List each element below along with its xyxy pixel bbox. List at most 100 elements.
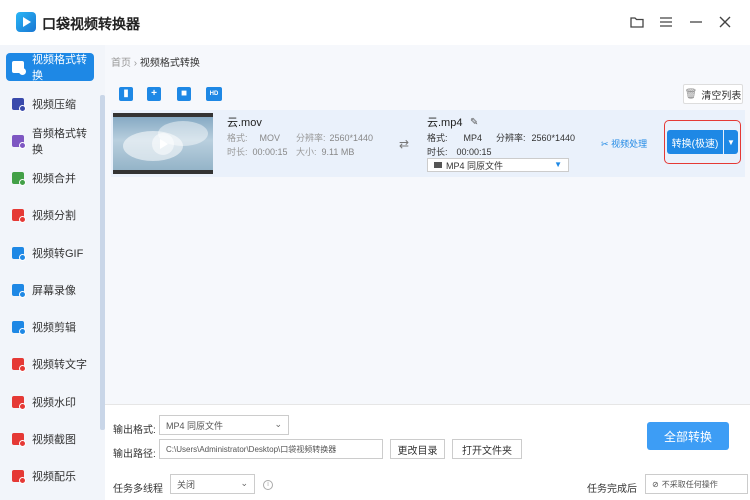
source-duration-label: 时长: (227, 147, 248, 157)
sidebar-item-video-screenshot[interactable]: 视频截图 (6, 425, 94, 453)
scissors-icon: ✂ (601, 139, 609, 149)
source-res-label: 分辨率: (296, 133, 326, 143)
sidebar-item-video-format-convert[interactable]: 视频格式转换 (6, 53, 94, 82)
letterbox-bar (113, 170, 213, 174)
sidebar-item-video-watermark[interactable]: 视频水印 (6, 388, 94, 416)
after-done-label: 任务完成后 (587, 484, 637, 495)
trash-icon: 🗑 (684, 88, 698, 100)
output-path-label: 输出路径: (113, 449, 156, 460)
multithread-label: 任务多线程 (113, 484, 163, 495)
title-bar: 口袋视频转换器 (0, 0, 750, 45)
target-format-value: MP4 (463, 133, 483, 143)
source-size-label: 大小: (296, 147, 317, 157)
target-res-value: 2560*1440 (531, 133, 576, 143)
source-format: 格式: MOV (227, 131, 280, 144)
sidebar-item-video-to-gif[interactable]: 视频转GIF (6, 239, 94, 267)
breadcrumb-home[interactable]: 首页 (111, 58, 131, 69)
sidebar-item-label: 视频水印 (32, 397, 76, 409)
output-path-value: C:\Users\Administrator\Desktop\口袋视频转换器 (166, 444, 337, 454)
sidebar-item-screen-record[interactable]: 屏幕录像 (6, 276, 94, 304)
source-file-name: 云.mov (227, 117, 262, 129)
sidebar-item-label: 视频转GIF (32, 248, 84, 260)
screenshot-icon (12, 433, 26, 447)
sidebar-item-video-music[interactable]: 视频配乐 (6, 462, 94, 490)
target-resolution: 分辨率: 2560*1440 (496, 131, 575, 144)
sidebar-item-label: 视频压缩 (32, 99, 76, 111)
multithread-select[interactable]: 关闭 ⌄ (170, 474, 255, 494)
after-done-select[interactable]: ⊘ 不采取任何操作 (645, 474, 748, 494)
info-icon[interactable]: i (263, 480, 273, 490)
source-resolution: 分辨率: 2560*1440 (296, 131, 373, 144)
minimize-icon[interactable] (686, 12, 706, 32)
sidebar-item-video-compress[interactable]: 视频压缩 (6, 90, 94, 118)
breadcrumb-current: 视频格式转换 (139, 58, 200, 69)
clear-list-button[interactable]: 🗑 清空列表 (683, 84, 743, 104)
convert-dropdown-icon[interactable]: ▼ (724, 130, 738, 154)
app-logo-icon (16, 12, 36, 32)
audio-convert-icon (12, 135, 26, 149)
video-edit-icon (12, 321, 26, 335)
close-icon[interactable] (715, 12, 735, 32)
source-duration: 时长: 00:00:15 (227, 145, 288, 158)
source-format-label: 格式: (227, 133, 248, 143)
output-path-field[interactable]: C:\Users\Administrator\Desktop\口袋视频转换器 (159, 439, 383, 459)
sidebar-item-label: 视频分割 (32, 210, 76, 222)
open-folder-button[interactable]: 打开文件夹 (452, 439, 522, 459)
change-directory-button[interactable]: 更改目录 (390, 439, 445, 459)
hd-icon[interactable]: HD (206, 87, 222, 101)
multithread-value: 关闭 (177, 479, 196, 490)
sidebar-item-video-split[interactable]: 视频分割 (6, 201, 94, 229)
video-compress-icon (12, 98, 26, 112)
menu-icon[interactable] (656, 12, 676, 32)
shuffle-icon: ⇄ (399, 137, 410, 151)
watermark-icon (12, 396, 26, 410)
sidebar-item-video-merge[interactable]: 视频合并 (6, 164, 94, 192)
source-size: 大小: 9.11 MB (296, 145, 354, 158)
prohibit-icon: ⊘ (652, 479, 659, 489)
breadcrumb-separator: › (133, 58, 138, 69)
video-thumbnail[interactable] (113, 113, 213, 174)
pencil-icon[interactable]: ✎ (470, 117, 478, 128)
sidebar-item-label: 屏幕录像 (32, 285, 76, 297)
add-file-icon[interactable]: ▮ (119, 87, 133, 101)
folder-icon[interactable] (627, 12, 647, 32)
chevron-down-icon: ⌄ (274, 419, 282, 429)
clear-list-label: 清空列表 (701, 90, 742, 102)
chevron-down-icon: ⌄ (240, 478, 248, 488)
file-row[interactable]: 云.mov 格式: MOV 分辨率: 2560*1440 时长: 00:00:15 大… (111, 110, 745, 177)
video-to-text-icon (12, 358, 26, 372)
sidebar-item-label: 音频格式转换 (32, 128, 87, 156)
output-format-select[interactable]: MP4 同原文件 ⌄ (159, 415, 289, 435)
video-process-label: 视频处理 (611, 139, 648, 149)
play-icon[interactable] (152, 133, 174, 155)
breadcrumb: 首页 › 视频格式转换 (111, 54, 200, 69)
sidebar-item-label: 视频剪辑 (32, 322, 76, 334)
target-format: 格式: MP4 (427, 131, 482, 144)
output-format-value: MP4 同原文件 (166, 420, 224, 431)
source-duration-value: 00:00:15 (252, 147, 288, 157)
target-preset-value: MP4 同原文件 (446, 160, 504, 171)
target-file-name: 云.mp4 (427, 117, 463, 129)
target-duration: 时长: 00:00:15 (427, 145, 492, 158)
batch-icon[interactable]: ■ (177, 87, 191, 101)
convert-all-button[interactable]: 全部转换 (647, 422, 729, 450)
letterbox-bar (113, 113, 213, 117)
caret-down-icon: ▼ (554, 160, 562, 169)
target-preset-select[interactable]: MP4 同原文件 ▼ (427, 158, 569, 172)
sidebar-item-label: 视频转文字 (32, 359, 87, 371)
sidebar-item-audio-format-convert[interactable]: 音频格式转换 (6, 127, 94, 156)
video-format-icon (434, 162, 442, 168)
screen-record-icon (12, 284, 26, 298)
target-res-label: 分辨率: (496, 133, 526, 143)
add-folder-icon[interactable]: + (147, 87, 161, 101)
sidebar-item-label: 视频格式转换 (32, 54, 87, 82)
convert-fast-button[interactable]: 转换(极速) (667, 130, 723, 154)
sidebar-item-label: 视频截图 (32, 434, 76, 446)
video-process-button[interactable]: ✂ 视频处理 (601, 137, 647, 150)
video-split-icon (12, 209, 26, 223)
sidebar-item-video-to-text[interactable]: 视频转文字 (6, 350, 94, 378)
sidebar-item-video-edit[interactable]: 视频剪辑 (6, 313, 94, 341)
sidebar-item-label: 视频合并 (32, 173, 76, 185)
bottom-panel: 输出格式: MP4 同原文件 ⌄ 输出路径: C:\Users\Administ… (105, 404, 750, 500)
target-duration-value: 00:00:15 (456, 147, 492, 157)
